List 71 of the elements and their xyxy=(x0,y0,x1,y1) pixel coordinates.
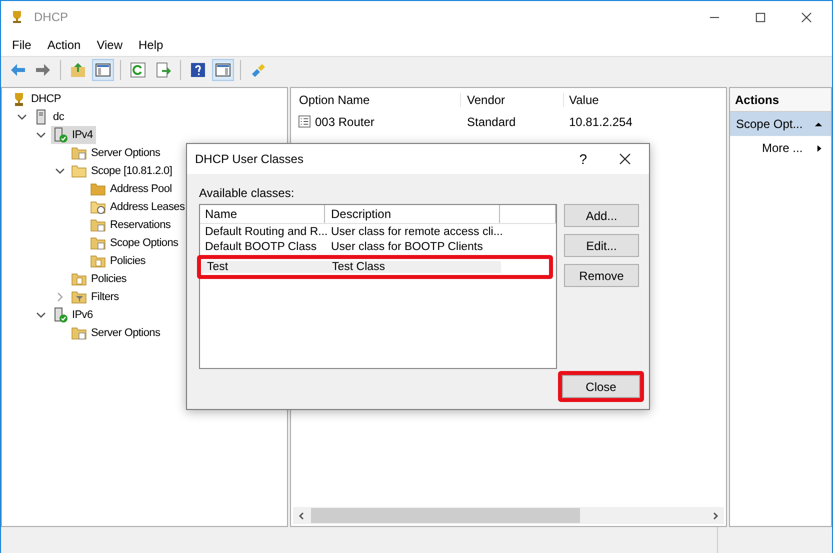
folder-icon xyxy=(90,217,106,233)
window-title: DHCP xyxy=(34,10,68,24)
tree-item[interactable]: Scope [10.81.2.0] xyxy=(70,162,176,180)
folder-icon xyxy=(71,145,87,161)
menu-item[interactable]: Action xyxy=(45,38,83,52)
table-cell-text: User class for BOOTP Clients xyxy=(330,241,484,253)
actions-section[interactable]: Scope Opt... xyxy=(730,112,831,136)
table-cell: Test Class xyxy=(326,261,501,273)
folder-icon xyxy=(71,325,87,341)
column-header[interactable]: Value xyxy=(564,93,599,107)
server-check-icon xyxy=(52,307,68,323)
list-row[interactable]: Default BOOTP Class User class for BOOTP Clients xyxy=(200,240,556,254)
dialog-title: DHCP User Classes xyxy=(195,152,304,166)
folder-icon xyxy=(90,181,106,197)
table-cell-text: Default Routing and R... xyxy=(204,226,325,238)
back-arrow-icon[interactable] xyxy=(10,62,26,78)
folder-icon xyxy=(71,271,87,287)
close-icon[interactable] xyxy=(619,153,631,165)
folder-icon xyxy=(90,199,106,215)
tree-item[interactable]: Policies xyxy=(70,270,130,288)
help-button[interactable]: ? xyxy=(579,151,587,167)
column-header[interactable]: Option Name xyxy=(291,93,461,107)
column-header[interactable]: Vendor xyxy=(461,93,564,107)
tree-item[interactable]: Filters xyxy=(70,288,122,306)
tree-item[interactable]: Address Leases xyxy=(89,198,188,216)
tree-item[interactable]: DHCP xyxy=(10,90,64,108)
menu-item[interactable]: Help xyxy=(136,38,166,52)
list-row[interactable]: Default Routing and R... User class for remote access cli... xyxy=(200,225,556,239)
table-cell: Test xyxy=(202,261,326,273)
dialog-button[interactable]: Edit... xyxy=(564,234,639,257)
close-button[interactable]: Close xyxy=(562,375,640,398)
export-icon[interactable] xyxy=(155,62,171,78)
column-header[interactable]: Description xyxy=(325,205,500,223)
list-icon xyxy=(298,115,311,128)
tree-item[interactable]: Scope Options xyxy=(89,234,182,252)
help-icon[interactable] xyxy=(190,62,206,78)
menu-item[interactable]: File xyxy=(10,38,34,52)
folder-icon xyxy=(90,235,106,251)
list-row[interactable]: Test Test Class xyxy=(197,255,553,279)
tree-item[interactable]: Address Pool xyxy=(89,180,175,198)
scrollbar-thumb[interactable] xyxy=(311,508,580,523)
tree-item[interactable]: Server Options xyxy=(70,144,164,162)
actions-header: Actions xyxy=(730,88,831,112)
column-header[interactable]: Name xyxy=(200,205,325,223)
menu-item[interactable]: View xyxy=(94,38,124,52)
refresh-icon[interactable] xyxy=(130,62,146,78)
table-cell-text: Standard xyxy=(466,114,517,128)
dialog-button[interactable]: Remove xyxy=(564,264,639,287)
folder-up-icon[interactable] xyxy=(70,62,86,78)
server-check-icon xyxy=(52,127,68,143)
tree-item[interactable]: Reservations xyxy=(89,216,174,234)
dialog-button[interactable]: Add... xyxy=(564,204,639,227)
folder-icon xyxy=(71,163,87,179)
table-cell-text: Default BOOTP Class xyxy=(204,241,318,253)
maximize-icon[interactable] xyxy=(755,12,766,22)
folder-icon xyxy=(90,253,106,269)
table-cell-text: User class for remote access cli... xyxy=(330,226,500,238)
submenu-arrow-icon xyxy=(815,144,823,152)
tree-item[interactable]: IPv6 xyxy=(51,306,96,324)
table-cell: 003 Router xyxy=(315,114,374,128)
forward-arrow-icon[interactable] xyxy=(35,62,51,78)
tree-item[interactable]: dc xyxy=(32,108,68,126)
tree-item[interactable]: IPv4 xyxy=(51,126,96,144)
action-link[interactable]: More ... xyxy=(730,136,831,160)
folder-icon xyxy=(71,289,87,305)
close-icon[interactable] xyxy=(801,12,812,22)
tree-item[interactable]: Policies xyxy=(89,252,149,270)
class-list[interactable]: Name Description Default Routing and R... User class for remote access cli... Default BOOTP Class User class for BOOTP Clients Test Test Class xyxy=(199,204,557,369)
list-label: Available classes: xyxy=(199,186,296,200)
table-cell-text: 10.81.2.254 xyxy=(568,114,632,128)
tree-item[interactable]: Server Options xyxy=(70,324,164,342)
